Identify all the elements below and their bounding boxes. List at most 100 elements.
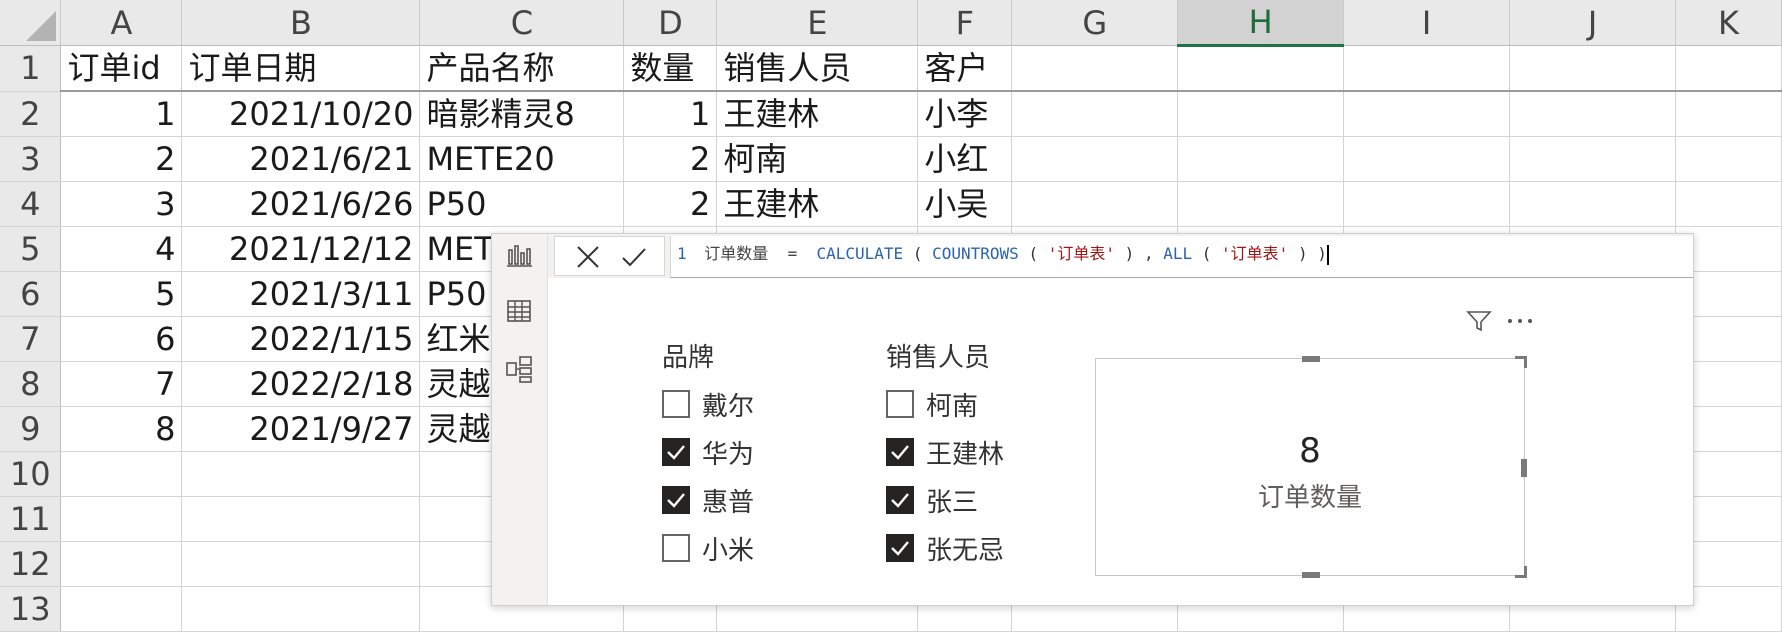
sheet-cell[interactable] (1011, 181, 1179, 227)
sheet-cell[interactable] (181, 586, 421, 632)
checkbox-unchecked[interactable] (662, 534, 690, 562)
row-header[interactable]: 10 (0, 451, 62, 497)
sheet-cell[interactable]: 订单日期 (181, 45, 421, 92)
column-header[interactable]: D (623, 0, 718, 46)
sheet-cell[interactable] (1011, 91, 1179, 137)
sheet-cell[interactable]: 2 (60, 136, 183, 182)
sheet-cell[interactable]: 2021/3/11 (181, 271, 421, 317)
sheet-cell[interactable] (181, 496, 421, 542)
row-header[interactable]: 2 (0, 91, 62, 137)
column-header[interactable]: I (1343, 0, 1511, 46)
sheet-cell[interactable]: 小李 (917, 91, 1013, 137)
column-header[interactable]: G (1011, 0, 1179, 46)
table-view-icon[interactable] (504, 296, 534, 326)
commit-icon[interactable] (621, 244, 647, 270)
sheet-cell[interactable]: METE20 (419, 136, 625, 182)
column-header-active[interactable]: H (1177, 0, 1345, 47)
sheet-cell[interactable]: 王建林 (716, 181, 919, 227)
row-header[interactable]: 11 (0, 496, 62, 542)
sheet-cell[interactable]: 2021/10/20 (181, 91, 421, 137)
slicer-item[interactable]: 华为 (662, 428, 754, 476)
sheet-cell[interactable] (60, 496, 183, 542)
sheet-cell[interactable] (1011, 45, 1179, 92)
sheet-cell[interactable]: 6 (60, 316, 183, 362)
checkbox-checked[interactable] (886, 438, 914, 466)
slicer-item[interactable]: 张三 (886, 476, 1004, 524)
row-header[interactable]: 4 (0, 181, 62, 227)
sheet-cell[interactable]: 小红 (917, 136, 1013, 182)
brand-slicer[interactable]: 品牌 戴尔 华为 惠普 小米 (662, 340, 754, 572)
column-header[interactable]: E (716, 0, 919, 46)
checkbox-checked[interactable] (886, 534, 914, 562)
dax-formula-input[interactable]: 1 订单数量 = CALCULATE ( COUNTROWS ( '订单表' )… (670, 236, 1693, 278)
sheet-cell[interactable] (1343, 91, 1511, 137)
sheet-cell[interactable] (1177, 45, 1345, 92)
sheet-cell[interactable]: 4 (60, 226, 183, 272)
sheet-cell[interactable] (181, 541, 421, 587)
row-header[interactable]: 9 (0, 406, 62, 452)
slicer-item[interactable]: 柯南 (886, 380, 1004, 428)
resize-handle[interactable] (1515, 356, 1527, 368)
model-view-icon[interactable] (504, 354, 534, 384)
sheet-cell[interactable] (1343, 136, 1511, 182)
filter-icon[interactable] (1466, 308, 1492, 334)
row-header[interactable]: 8 (0, 361, 62, 407)
sheet-cell[interactable] (1177, 91, 1345, 137)
sheet-cell[interactable]: 2021/6/26 (181, 181, 421, 227)
sheet-cell[interactable]: 2 (623, 136, 718, 182)
row-header[interactable]: 1 (0, 45, 62, 92)
sheet-cell[interactable]: 3 (60, 181, 183, 227)
slicer-item[interactable]: 戴尔 (662, 380, 754, 428)
sheet-cell[interactable] (1509, 136, 1676, 182)
sheet-cell[interactable]: 5 (60, 271, 183, 317)
sheet-cell[interactable]: 柯南 (716, 136, 919, 182)
sheet-cell[interactable]: 7 (60, 361, 183, 407)
sheet-cell[interactable] (60, 451, 183, 497)
report-view-icon[interactable] (504, 240, 534, 270)
resize-handle[interactable] (1302, 572, 1320, 578)
sheet-cell[interactable]: 数量 (623, 45, 718, 92)
report-canvas[interactable]: 品牌 戴尔 华为 惠普 小米 销售人员 柯南 王建林 张三 张无忌 8 订单数量 (548, 278, 1693, 605)
select-all-corner[interactable] (0, 0, 62, 46)
cancel-icon[interactable] (575, 244, 601, 270)
column-header[interactable]: B (181, 0, 421, 46)
sheet-cell[interactable]: P50 (419, 181, 625, 227)
sheet-cell[interactable] (1675, 136, 1782, 182)
sheet-cell[interactable] (1675, 91, 1782, 137)
slicer-item[interactable]: 张无忌 (886, 524, 1004, 572)
slicer-item[interactable]: 惠普 (662, 476, 754, 524)
sheet-cell[interactable]: 订单id (60, 45, 183, 92)
sheet-cell[interactable]: 2021/12/12 (181, 226, 421, 272)
row-header[interactable]: 7 (0, 316, 62, 362)
sheet-cell[interactable]: 2022/2/18 (181, 361, 421, 407)
column-header[interactable]: F (917, 0, 1013, 46)
sheet-cell[interactable]: 销售人员 (716, 45, 919, 92)
resize-handle[interactable] (1302, 356, 1320, 362)
card-visual[interactable]: 8 订单数量 (1095, 356, 1527, 578)
sheet-cell[interactable] (181, 451, 421, 497)
checkbox-checked[interactable] (662, 486, 690, 514)
more-options-icon[interactable] (1506, 308, 1534, 334)
column-header[interactable]: K (1675, 0, 1782, 46)
sheet-cell[interactable]: 2022/1/15 (181, 316, 421, 362)
column-header[interactable]: A (60, 0, 183, 46)
sheet-cell[interactable] (1177, 136, 1345, 182)
sheet-cell[interactable] (1177, 181, 1345, 227)
sheet-cell[interactable] (1343, 181, 1511, 227)
sheet-cell[interactable]: 1 (623, 91, 718, 137)
checkbox-unchecked[interactable] (662, 390, 690, 418)
checkbox-unchecked[interactable] (886, 390, 914, 418)
checkbox-checked[interactable] (662, 438, 690, 466)
sheet-cell[interactable] (1509, 181, 1676, 227)
sheet-cell[interactable] (1011, 136, 1179, 182)
salesperson-slicer[interactable]: 销售人员 柯南 王建林 张三 张无忌 (886, 340, 1004, 572)
row-header[interactable]: 3 (0, 136, 62, 182)
sheet-cell[interactable] (1343, 45, 1511, 92)
sheet-cell[interactable] (1675, 45, 1782, 92)
column-header[interactable]: J (1509, 0, 1676, 46)
sheet-cell[interactable] (60, 586, 183, 632)
sheet-cell[interactable]: 王建林 (716, 91, 919, 137)
sheet-cell[interactable] (60, 541, 183, 587)
slicer-item[interactable]: 王建林 (886, 428, 1004, 476)
sheet-cell[interactable]: 客户 (917, 45, 1013, 92)
